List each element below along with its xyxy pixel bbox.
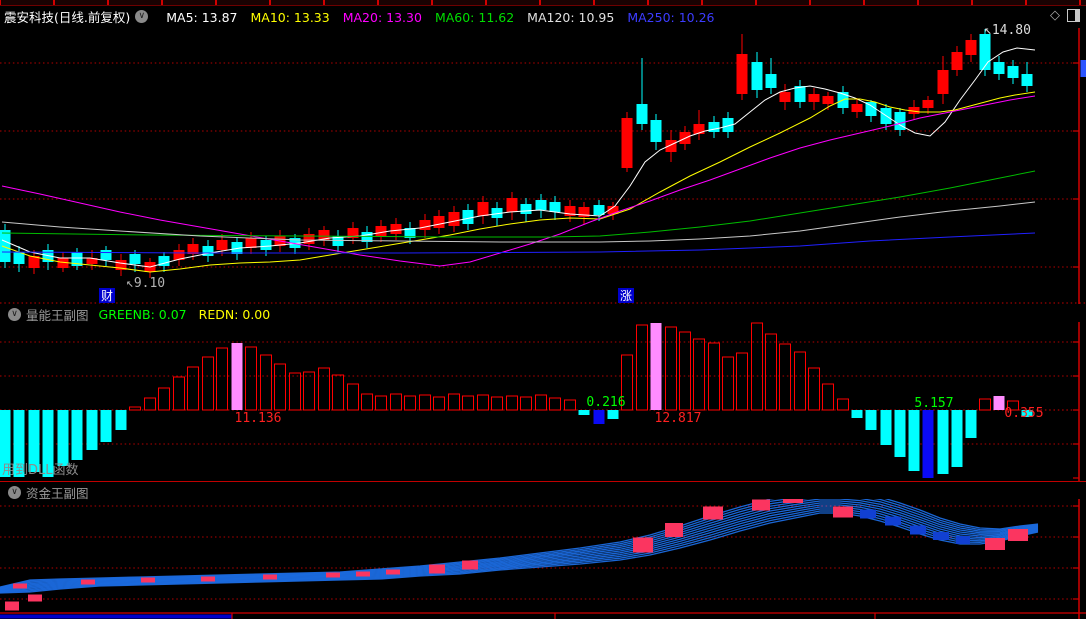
chart-title-row: 震安科技(日线.前复权) ∨ MA5: 13.87 MA10: 13.33 MA20… [4,7,715,26]
ma-value: MA120: 10.95 [527,10,615,25]
volume-panel-title: 量能王副图 [26,308,89,323]
fund-king-chart[interactable] [0,499,1086,619]
volume-value-label: 5.157 [914,396,953,411]
signal-tag-zhang: 涨 [618,288,635,303]
chevron-down-icon[interactable]: ∨ [8,308,21,321]
redn-value: REDN: 0.00 [198,307,271,322]
ma-value: MA5: 13.87 [166,10,238,25]
greenb-value: GREENB: 0.07 [98,307,187,322]
volume-value-label: 12.817 [655,411,702,426]
ma-value: MA250: 10.26 [627,10,715,25]
volume-value-label: 0.355 [1004,406,1043,421]
trading-app-window: 震安科技(日线.前复权) ∨ MA5: 13.87 MA10: 13.33 MA20… [0,0,1086,619]
chevron-down-icon[interactable]: ∨ [8,486,21,499]
stock-title: 震安科技(日线.前复权) [4,10,131,25]
main-candlestick-chart[interactable] [0,28,1086,304]
ma-value: MA20: 13.30 [342,10,422,25]
chevron-down-icon[interactable]: ∨ [135,10,149,23]
volume-value-label: 11.136 [235,411,282,426]
fund-panel-title: 资金王副图 [26,486,89,501]
signal-tag-cai: 财 [99,288,116,303]
dll-note: 用到DLL函数 [2,463,79,478]
toolbar-strip [0,0,1086,6]
panel-divider [0,481,1086,482]
volume-value-label: 0.216 [586,395,625,410]
ma-value: MA10: 13.33 [250,10,330,25]
ma-value: MA60: 11.62 [434,10,515,25]
split-window-icon[interactable] [1067,9,1080,22]
fund-panel-header: ∨ 资金王副图 [3,483,89,502]
volume-king-chart[interactable]: 11.136 0.216 12.817 5.157 0.355 [0,322,1086,481]
ma-values-row: MA5: 13.87 MA10: 13.33 MA20: 13.30 MA60: 11… [153,7,714,26]
high-price-annotation: ↖14.80 [984,23,1031,38]
arrow-nw-icon: ↖ [984,23,992,38]
diamond-icon[interactable]: ◇ [1050,9,1060,22]
low-price-annotation: ↖9.10 [126,276,166,291]
window-corner-controls: ◇ [1050,9,1080,22]
volume-panel-header: ∨ 量能王副图 GREENB: 0.07 REDN: 0.00 [3,305,270,324]
arrow-nw-icon: ↖ [126,276,134,291]
